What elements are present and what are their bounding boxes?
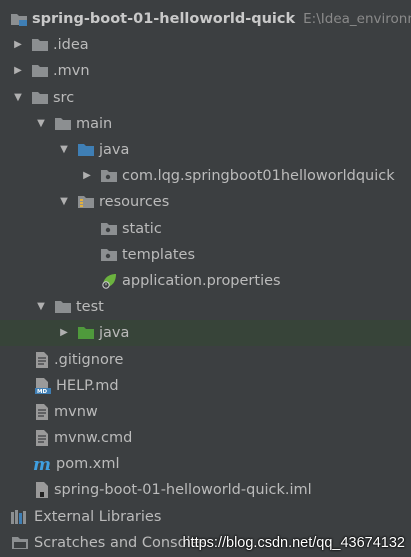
module-folder-icon <box>10 11 28 27</box>
tree-node-test[interactable]: ▼ test <box>0 294 411 320</box>
tree-label-src: src <box>53 89 75 106</box>
svg-text:m: m <box>33 455 51 473</box>
tree-node-resources[interactable]: ▼ resources <box>0 189 411 215</box>
svg-text:MD: MD <box>37 389 47 395</box>
project-name: spring-boot-01-helloworld-quick <box>32 11 296 28</box>
folder-icon <box>31 37 49 53</box>
maven-icon: m <box>32 455 52 473</box>
tree-node-gitignore[interactable]: .gitignore <box>0 346 411 372</box>
tree-label-main: main <box>76 115 113 132</box>
tree-label-external-libraries: External Libraries <box>34 508 162 525</box>
tree-node-test-java[interactable]: ▶ java <box>0 320 411 347</box>
chevron-right-icon[interactable]: ▶ <box>81 169 93 183</box>
libraries-icon <box>10 509 30 525</box>
text-file-icon <box>34 403 50 421</box>
folder-icon <box>31 90 49 106</box>
project-tree: spring-boot-01-helloworld-quick E:\Idea_… <box>0 6 411 556</box>
tree-node-mvnw[interactable]: mvnw <box>0 399 411 425</box>
chevron-down-icon[interactable]: ▼ <box>58 195 70 209</box>
project-path: E:\Idea_environm <box>303 11 411 28</box>
tree-node-idea[interactable]: ▶ .idea <box>0 32 411 58</box>
package-folder-icon <box>100 221 118 237</box>
tree-label-help-md: HELP.md <box>56 377 119 394</box>
tree-node-external-libraries[interactable]: External Libraries <box>0 504 411 530</box>
scratches-icon <box>10 535 30 551</box>
spring-leaf-icon <box>100 272 118 290</box>
test-folder-icon <box>77 325 95 341</box>
watermark-url: https://blog.csdn.net/qq_43674132 <box>182 535 405 551</box>
tree-node-project-root[interactable]: spring-boot-01-helloworld-quick E:\Idea_… <box>0 6 411 32</box>
tree-label-templates: templates <box>122 246 196 263</box>
tree-node-help-md[interactable]: MD HELP.md <box>0 373 411 399</box>
tree-label-java: java <box>99 142 130 159</box>
tree-node-pom-xml[interactable]: m pom.xml <box>0 451 411 477</box>
tree-label-pom-xml: pom.xml <box>56 456 120 473</box>
tree-label-static: static <box>122 220 162 237</box>
resources-folder-icon <box>77 194 95 210</box>
tree-label-mvn: .mvn <box>53 63 90 80</box>
tree-node-application-properties[interactable]: application.properties <box>0 268 411 294</box>
folder-icon <box>54 116 72 132</box>
text-file-icon <box>34 429 50 447</box>
tree-node-main[interactable]: ▼ main <box>0 111 411 137</box>
folder-icon <box>54 299 72 315</box>
chevron-down-icon[interactable]: ▼ <box>35 300 47 314</box>
tree-node-iml[interactable]: spring-boot-01-helloworld-quick.iml <box>0 477 411 503</box>
chevron-down-icon[interactable]: ▼ <box>58 143 70 157</box>
text-file-icon <box>34 351 50 369</box>
tree-node-static[interactable]: static <box>0 216 411 242</box>
tree-label-idea: .idea <box>53 37 89 54</box>
chevron-right-icon[interactable]: ▶ <box>58 326 70 340</box>
folder-icon <box>31 63 49 79</box>
tree-label-application-properties: application.properties <box>122 272 281 289</box>
tree-label-test: test <box>76 299 104 316</box>
package-folder-icon <box>100 168 118 184</box>
tree-label-mvnw-cmd: mvnw.cmd <box>54 430 133 447</box>
tree-label-iml: spring-boot-01-helloworld-quick.iml <box>54 482 312 499</box>
chevron-down-icon[interactable]: ▼ <box>12 91 24 105</box>
module-file-icon <box>34 481 50 499</box>
tree-node-java[interactable]: ▼ java <box>0 137 411 163</box>
tree-node-mvnw-cmd[interactable]: mvnw.cmd <box>0 425 411 451</box>
tree-label-test-java: java <box>99 325 130 342</box>
chevron-right-icon[interactable]: ▶ <box>12 64 24 78</box>
package-folder-icon <box>100 247 118 263</box>
tree-label-package: com.lqg.springboot01helloworldquick <box>122 168 395 185</box>
tree-label-gitignore: .gitignore <box>54 351 124 368</box>
source-folder-icon <box>77 142 95 158</box>
markdown-file-icon: MD <box>34 377 52 395</box>
tree-label-mvnw: mvnw <box>54 403 98 420</box>
chevron-right-icon[interactable]: ▶ <box>12 38 24 52</box>
tree-node-mvn[interactable]: ▶ .mvn <box>0 58 411 84</box>
tree-label-resources: resources <box>99 194 170 211</box>
tree-node-package[interactable]: ▶ com.lqg.springboot01helloworldquick <box>0 163 411 189</box>
tree-node-templates[interactable]: templates <box>0 242 411 268</box>
tree-node-src[interactable]: ▼ src <box>0 85 411 111</box>
chevron-down-icon[interactable]: ▼ <box>35 117 47 131</box>
